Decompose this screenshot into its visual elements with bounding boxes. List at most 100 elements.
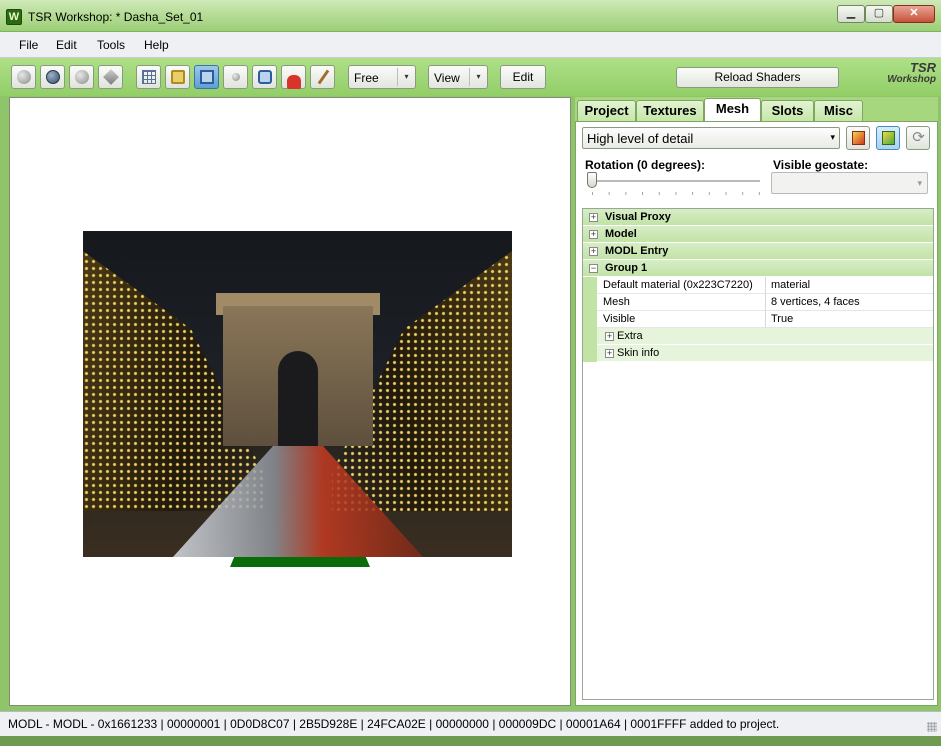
window-bottom-border (0, 736, 941, 746)
camera-mode-value: Free (354, 71, 379, 85)
expand-icon[interactable]: + (589, 213, 598, 222)
app-logo-icon: W (6, 9, 22, 25)
view-value: View (434, 71, 460, 85)
light-sphere-icon (75, 70, 89, 84)
expand-icon[interactable]: + (589, 247, 598, 256)
mesh-icon (200, 70, 214, 84)
draw-tool-button[interactable] (310, 65, 335, 89)
tab-mesh[interactable]: Mesh (704, 98, 761, 122)
mesh-texture-preview (83, 231, 512, 557)
menu-file[interactable]: File (19, 38, 38, 52)
expand-icon[interactable]: + (589, 230, 598, 239)
close-button[interactable]: ✕ (893, 5, 935, 23)
3d-viewport[interactable] (9, 97, 571, 706)
menu-tools[interactable]: Tools (97, 38, 125, 52)
chevron-down-icon: ▾ (917, 178, 922, 188)
flat-shade-button[interactable] (69, 65, 94, 89)
geostate-dropdown[interactable]: ▾ (771, 172, 928, 194)
wire-shade-button[interactable] (98, 65, 123, 89)
logo-line-1: TSR (910, 60, 936, 75)
property-key: Mesh (597, 294, 766, 311)
logo-line-2: Workshop (887, 74, 936, 85)
toolbar: Free ▾ View ▾ Edit Reload Shaders (0, 58, 941, 96)
joint-icon (258, 70, 272, 84)
expand-icon[interactable]: + (605, 332, 614, 341)
status-message: MODL - MODL - 0x1661233 | 00000001 | 0D0… (8, 717, 780, 731)
refresh-icon: ⟳ (912, 129, 925, 146)
tab-textures[interactable]: Textures (636, 100, 704, 121)
reload-shaders-button[interactable]: Reload Shaders (676, 67, 839, 88)
import-mesh-button[interactable] (846, 126, 870, 150)
expand-icon[interactable]: + (605, 349, 614, 358)
property-key: Visible (597, 311, 766, 328)
menu-edit[interactable]: Edit (56, 38, 77, 52)
row-gutter (583, 294, 597, 311)
refresh-button[interactable]: ⟳ (906, 126, 930, 150)
floor-toggle-button[interactable] (281, 65, 306, 89)
rotation-label: Rotation (0 degrees): (585, 158, 706, 172)
subcategory-label: Skin info (617, 347, 660, 359)
tsr-workshop-logo: TSR Workshop (880, 60, 936, 92)
tab-project[interactable]: Project (577, 100, 636, 121)
rotation-slider-track[interactable] (590, 180, 760, 182)
lod-value: High level of detail (587, 131, 694, 146)
shaded-view-button[interactable] (11, 65, 36, 89)
row-gutter (583, 345, 597, 362)
maximize-button[interactable]: ▢ (865, 5, 893, 23)
tab-misc[interactable]: Misc (814, 100, 863, 121)
import-box-icon (852, 131, 865, 145)
category-group-1[interactable]: − Group 1 (583, 260, 933, 277)
rotation-slider-thumb[interactable] (587, 172, 597, 188)
subcategory-extra[interactable]: + Extra (583, 328, 933, 345)
edit-button[interactable]: Edit (500, 65, 546, 89)
grid-toggle-button[interactable] (136, 65, 161, 89)
menu-help[interactable]: Help (144, 38, 169, 52)
dark-shade-button[interactable] (40, 65, 65, 89)
collapse-icon[interactable]: − (589, 264, 598, 273)
category-model[interactable]: + Model (583, 226, 933, 243)
lod-dropdown[interactable]: High level of detail ▾ (582, 127, 840, 149)
row-gutter (583, 277, 597, 294)
subcategory-skin-info[interactable]: + Skin info (583, 345, 933, 362)
property-value[interactable]: True (766, 311, 933, 328)
resize-grip-icon[interactable] (927, 722, 937, 732)
category-modl-entry[interactable]: + MODL Entry (583, 243, 933, 260)
property-row[interactable]: Visible True (583, 311, 933, 328)
property-grid: + Visual Proxy + Model + MODL Entry − Gr… (582, 208, 934, 700)
property-value[interactable]: 8 vertices, 4 faces (766, 294, 933, 311)
property-row[interactable]: Default material (0x223C7220) material (583, 277, 933, 294)
geostate-label: Visible geostate: (773, 158, 869, 172)
status-bar: MODL - MODL - 0x1661233 | 00000001 | 0D0… (0, 711, 941, 736)
chevron-down-icon: ▾ (830, 132, 835, 142)
mesh-tab-content: High level of detail ▾ ⟳ Rotation (0 deg… (575, 121, 938, 706)
shaded-sphere-icon (17, 70, 31, 84)
joints-toggle-button[interactable] (252, 65, 277, 89)
diamond-icon (103, 69, 119, 85)
chevron-down-icon: ▾ (397, 68, 415, 86)
pad-icon (287, 75, 301, 89)
tab-slots[interactable]: Slots (761, 100, 814, 121)
grid-icon (142, 70, 156, 84)
pen-icon (317, 69, 330, 85)
category-label: Model (605, 228, 637, 240)
row-gutter (583, 328, 597, 345)
properties-panel: Project Textures Mesh Slots Misc High le… (575, 97, 938, 706)
property-key: Default material (0x223C7220) (597, 277, 766, 294)
export-box-icon (882, 131, 895, 145)
mesh-toggle-button[interactable] (194, 65, 219, 89)
title-bar[interactable]: W TSR Workshop: * Dasha_Set_01 ▁ ▢ ✕ (0, 0, 941, 32)
chevron-down-icon: ▾ (469, 68, 487, 86)
export-mesh-button[interactable] (876, 126, 900, 150)
category-visual-proxy[interactable]: + Visual Proxy (583, 209, 933, 226)
window-title: TSR Workshop: * Dasha_Set_01 (28, 10, 204, 24)
bones-toggle-button[interactable] (165, 65, 190, 89)
category-label: Group 1 (605, 262, 648, 274)
property-row[interactable]: Mesh 8 vertices, 4 faces (583, 294, 933, 311)
ground-base-mesh (230, 557, 370, 567)
sphere-toggle-button[interactable] (223, 65, 248, 89)
category-label: Visual Proxy (605, 211, 671, 223)
minimize-button[interactable]: ▁ (837, 5, 865, 23)
property-value[interactable]: material (766, 277, 933, 294)
camera-mode-dropdown[interactable]: Free ▾ (348, 65, 416, 89)
view-dropdown[interactable]: View ▾ (428, 65, 488, 89)
